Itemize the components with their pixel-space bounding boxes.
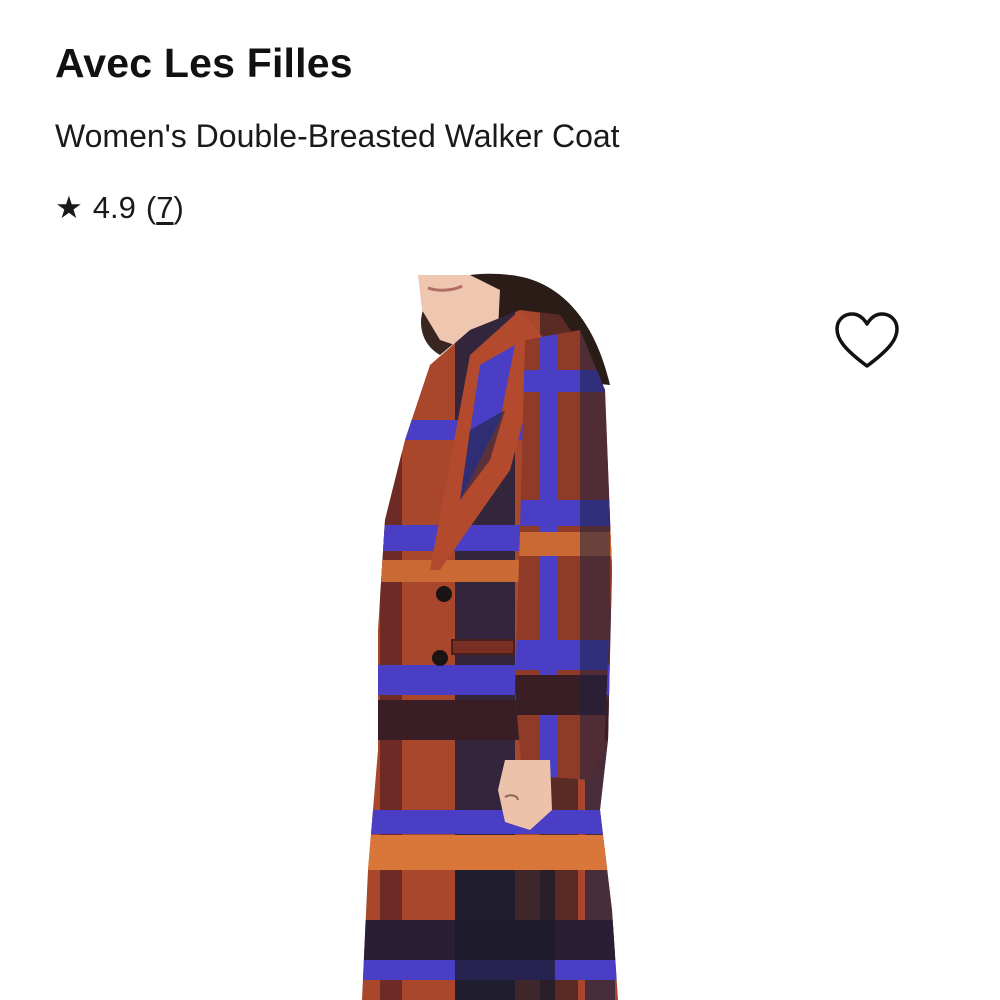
product-image[interactable] [0, 270, 1000, 1000]
review-count-link[interactable]: (7) [146, 190, 184, 226]
favorite-button[interactable] [834, 311, 900, 371]
review-count: 7 [156, 190, 174, 225]
heart-outline-icon [835, 312, 899, 368]
rating-value: 4.9 [92, 190, 136, 225]
star-icon: ★ [55, 190, 83, 225]
product-rating: ★ 4.9 (7) [55, 190, 184, 226]
product-title: Women's Double-Breasted Walker Coat [55, 118, 620, 154]
brand-name[interactable]: Avec Les Filles [55, 40, 353, 87]
